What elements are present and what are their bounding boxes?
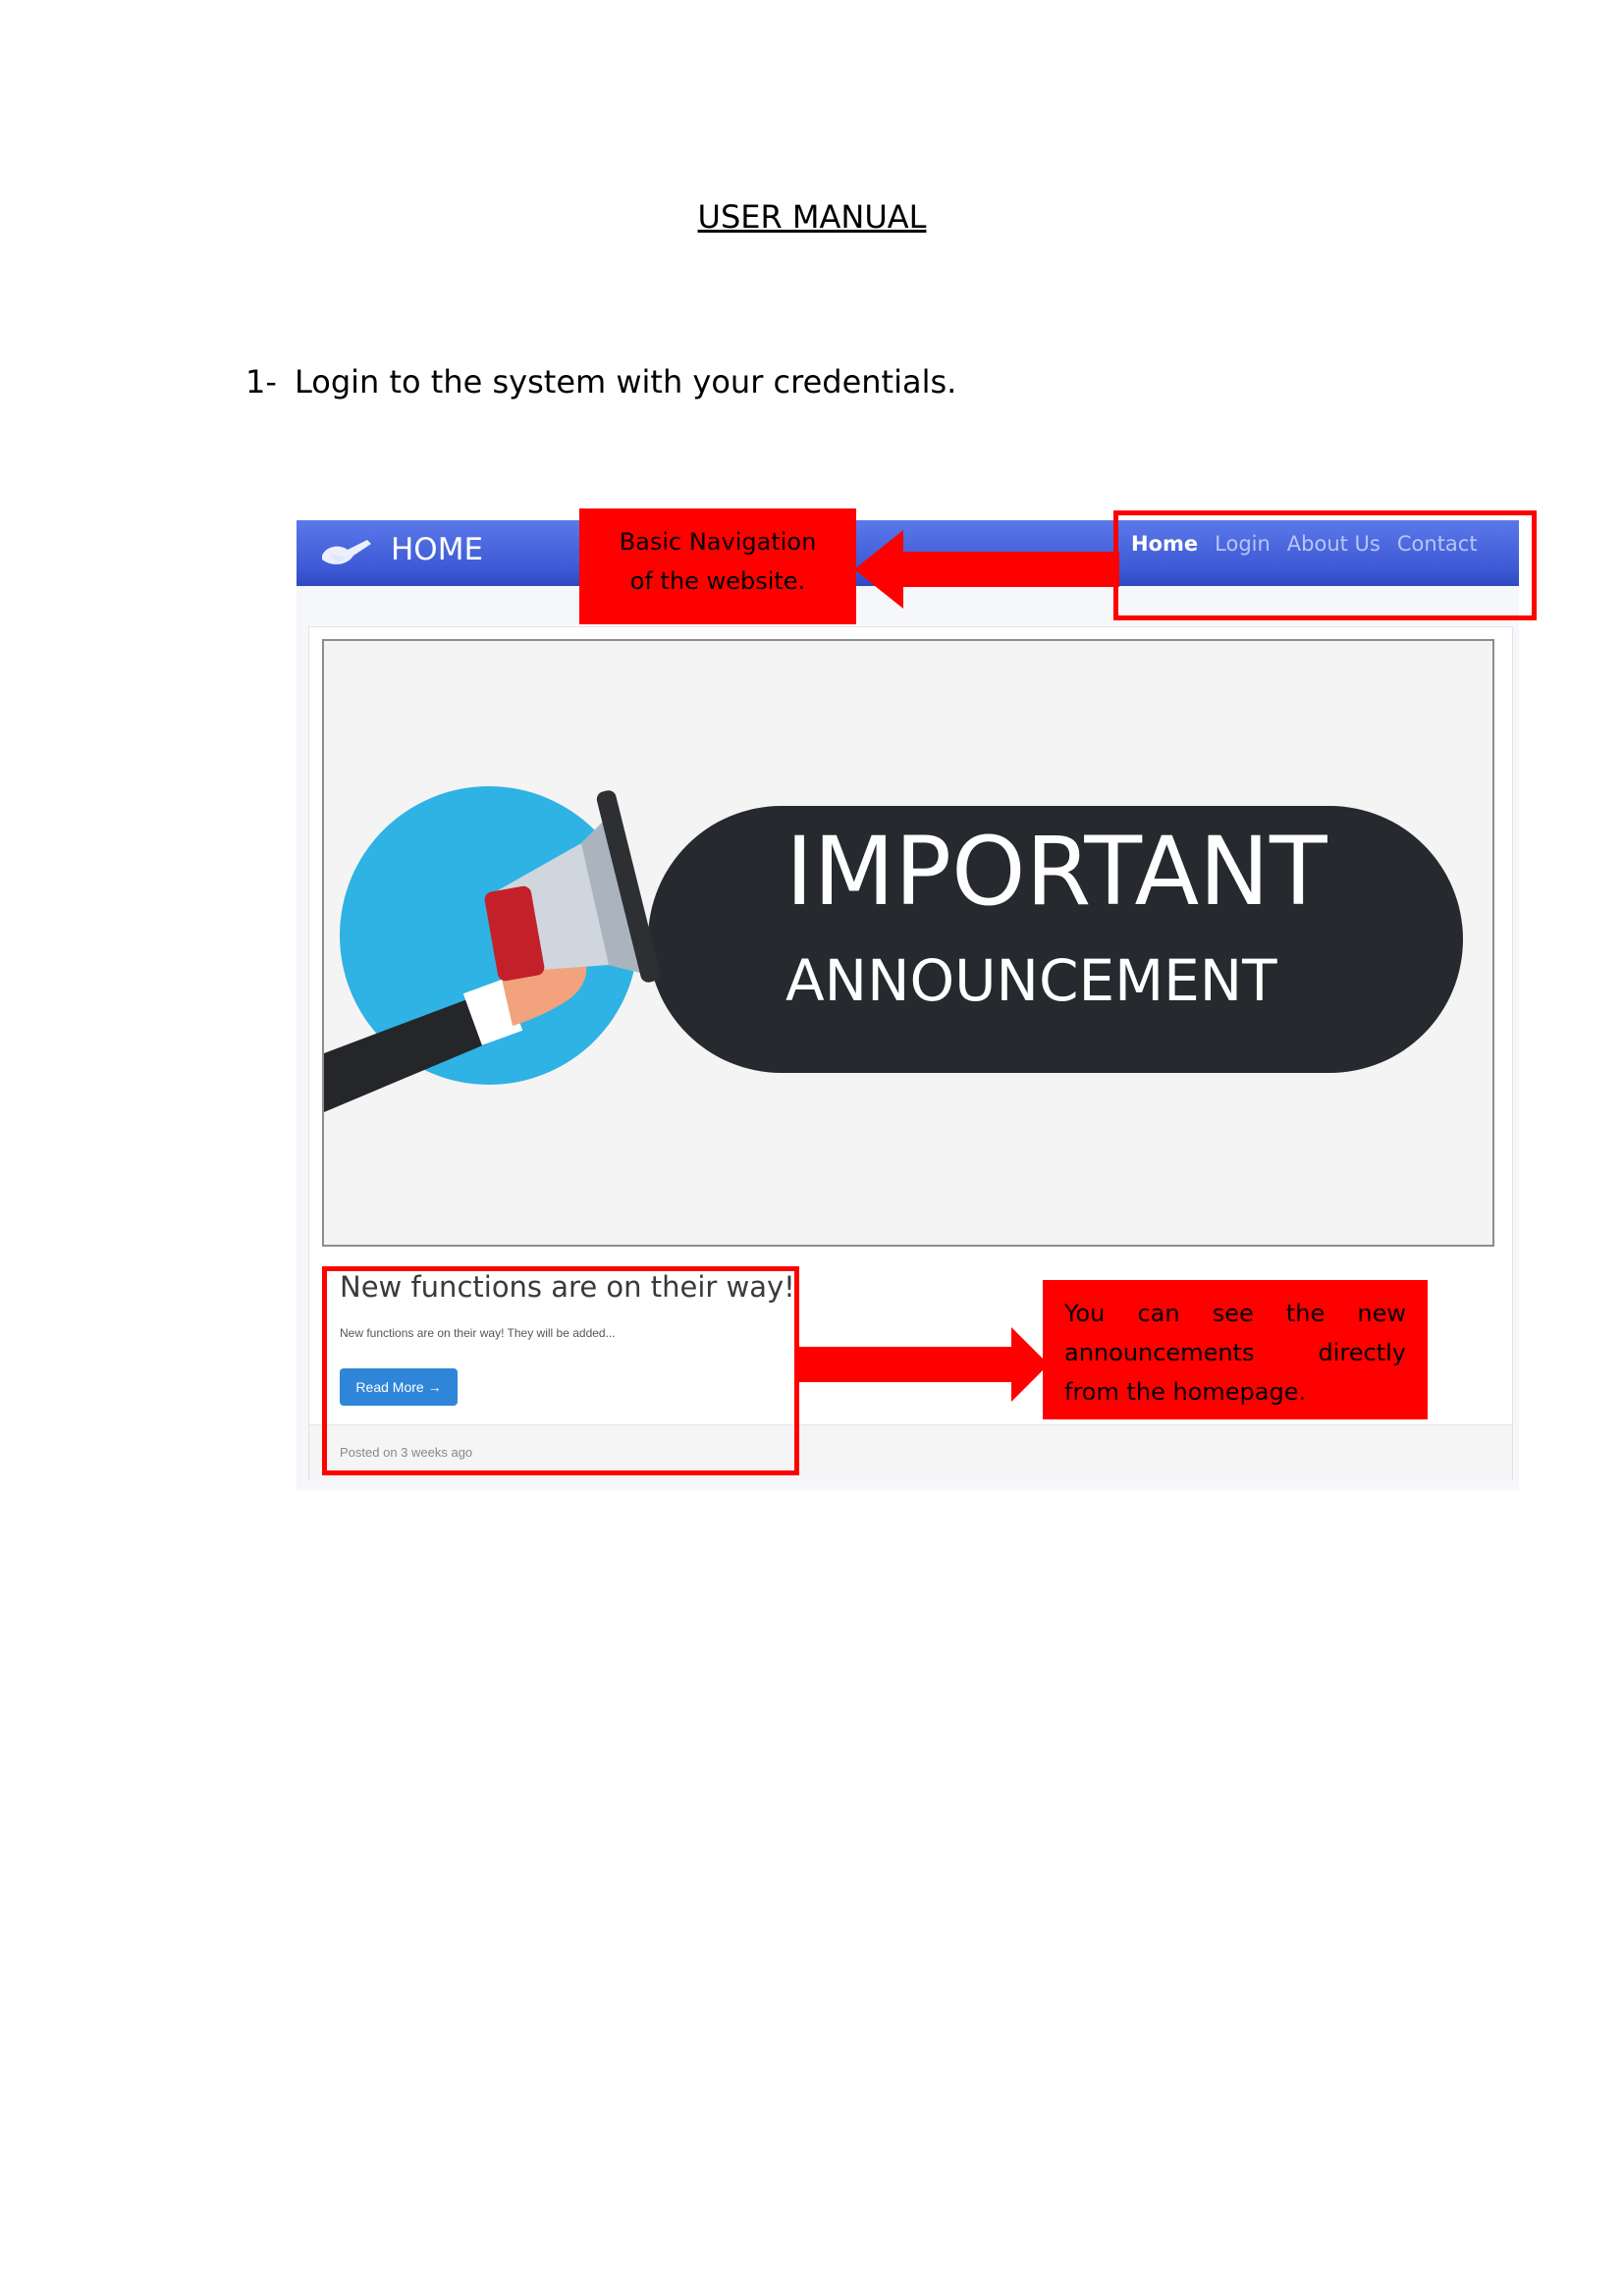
- announcement-callout-line2: announcements directly: [1064, 1339, 1406, 1366]
- nav-callout: Basic Navigation of the website.: [579, 508, 856, 624]
- site-logo-icon: [322, 540, 371, 564]
- announcement-callout: You can see the new announcements direct…: [1043, 1280, 1428, 1419]
- document-title: USER MANUAL: [697, 198, 927, 236]
- nav-callout-line2: of the website.: [629, 567, 806, 595]
- nav-highlight-box: [1113, 510, 1537, 620]
- announcement-callout-line1: You can see the new: [1064, 1300, 1406, 1327]
- arrow-left-icon: [854, 530, 1119, 609]
- arrow-right-icon: [795, 1327, 1049, 1402]
- announcement-callout-line3: from the homepage.: [1064, 1378, 1307, 1406]
- announcement-hero-image: IMPORTANT ANNOUNCEMENT: [322, 639, 1494, 1247]
- hero-title-important: IMPORTANT: [785, 817, 1327, 927]
- step-text: Login to the system with your credential…: [295, 363, 957, 400]
- step-number: 1-: [245, 363, 277, 400]
- step-instruction: 1- Login to the system with your credenti…: [245, 363, 956, 400]
- nav-callout-line1: Basic Navigation: [619, 528, 817, 556]
- post-highlight-box: [322, 1266, 799, 1475]
- site-brand[interactable]: HOME: [391, 532, 483, 567]
- hero-title-announcement: ANNOUNCEMENT: [785, 947, 1277, 1014]
- megaphone-illustration: IMPORTANT ANNOUNCEMENT: [324, 786, 1463, 1112]
